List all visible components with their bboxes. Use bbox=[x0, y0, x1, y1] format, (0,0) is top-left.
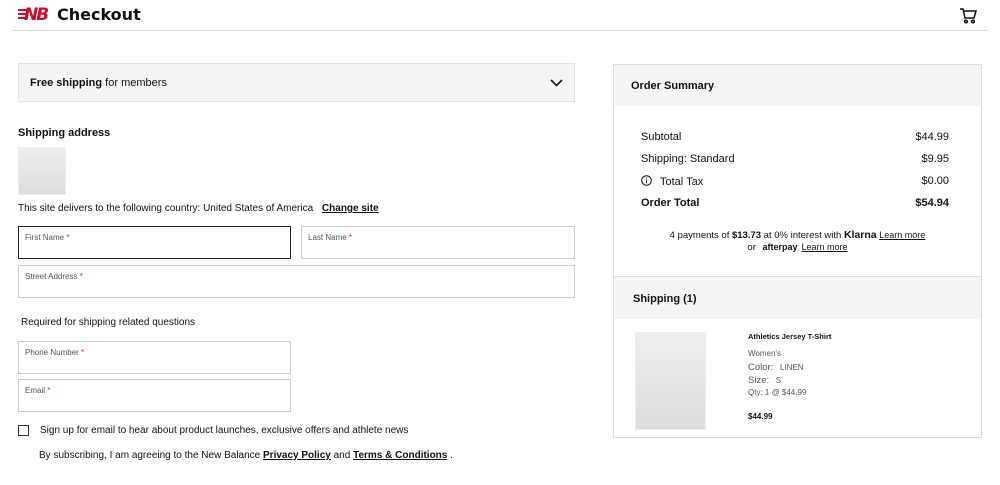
color-label: Color: bbox=[748, 361, 774, 373]
klarna-message: 4 payments of $13.73 at 0% interest with… bbox=[614, 229, 981, 241]
free-shipping-banner[interactable]: Free shipping for members bbox=[18, 63, 575, 102]
street-address-label: Street Address bbox=[25, 272, 78, 281]
order-summary-panel: Order Summary Subtotal $44.99 Shipping: S… bbox=[613, 64, 982, 438]
agree-and: and bbox=[330, 450, 354, 461]
tax-row: Total Tax $0.00 bbox=[641, 175, 949, 188]
afterpay-message: or afterpay Learn more bbox=[614, 242, 981, 253]
street-address-input[interactable]: Street Address * bbox=[18, 265, 575, 298]
delivery-country-text: This site delivers to the following coun… bbox=[18, 203, 314, 214]
first-name-label: First Name bbox=[25, 233, 65, 242]
phone-number-input[interactable]: Phone Number * bbox=[18, 341, 291, 374]
phone-label: Phone Number bbox=[25, 348, 79, 357]
terms-link[interactable]: Terms & Conditions bbox=[353, 450, 447, 461]
email-input[interactable]: Email * bbox=[18, 379, 291, 412]
order-total-row: Order Total $54.94 bbox=[641, 197, 949, 209]
change-site-link[interactable]: Change site bbox=[322, 203, 379, 214]
row-label: Subtotal bbox=[641, 131, 682, 143]
subtotal-row: Subtotal $44.99 bbox=[641, 131, 949, 143]
svg-text:NB: NB bbox=[24, 5, 48, 23]
afterpay-learn-more-link[interactable]: Learn more bbox=[802, 242, 848, 252]
required-marker: * bbox=[45, 386, 51, 395]
product-thumbnail bbox=[18, 147, 66, 195]
email-signup-checkbox[interactable] bbox=[18, 425, 29, 436]
cart-item-image[interactable] bbox=[635, 332, 706, 430]
promo-text: for members bbox=[102, 76, 167, 89]
order-summary-title: Order Summary bbox=[614, 65, 981, 106]
required-marker: * bbox=[64, 233, 70, 242]
required-marker: * bbox=[78, 348, 85, 357]
row-label: Order Total bbox=[641, 197, 700, 209]
last-name-input[interactable]: Last Name * bbox=[301, 226, 575, 259]
klarna-learn-more-link[interactable]: Learn more bbox=[879, 230, 925, 240]
row-value: $44.99 bbox=[915, 131, 949, 143]
email-label: Email bbox=[25, 386, 46, 395]
shipping-items-heading: Shipping (1) bbox=[614, 276, 981, 319]
shipping-row: Shipping: Standard $9.95 bbox=[641, 153, 949, 165]
page-title: Checkout bbox=[57, 5, 141, 24]
last-name-label: Last Name bbox=[308, 233, 347, 242]
required-marker: * bbox=[77, 272, 83, 281]
promo-bold: Free shipping bbox=[30, 76, 103, 89]
row-label: Shipping: Standard bbox=[641, 153, 735, 165]
klarna-logo: Klarna bbox=[843, 229, 877, 241]
required-marker: * bbox=[346, 233, 353, 242]
agree-end: . bbox=[447, 450, 453, 461]
item-name[interactable]: Athletics Jersey T-Shirt bbox=[748, 332, 831, 341]
afterpay-logo: afterpay bbox=[762, 242, 798, 252]
chevron-down-icon bbox=[550, 78, 563, 87]
row-value: $0.00 bbox=[921, 175, 949, 187]
shipping-address-heading: Shipping address bbox=[18, 127, 111, 139]
row-label: Total Tax bbox=[660, 176, 704, 188]
item-qty: Qty: 1 @ $44.99 bbox=[748, 388, 807, 398]
item-color: LINEN bbox=[779, 362, 804, 372]
item-price: $44.99 bbox=[748, 411, 773, 421]
email-signup-label: Sign up for email to hear about product … bbox=[40, 425, 409, 436]
installment-amount: $13.73 bbox=[731, 230, 762, 241]
klarna-mid: at 0% interest with bbox=[761, 230, 844, 241]
cart-icon[interactable] bbox=[959, 7, 977, 27]
first-name-input[interactable]: First Name * bbox=[18, 226, 291, 259]
size-label: Size: bbox=[748, 374, 770, 386]
agree-text: By subscribing, I am agreeing to the New… bbox=[39, 450, 264, 461]
header-divider bbox=[12, 30, 988, 31]
or-text: or bbox=[747, 242, 756, 253]
klarna-pre: 4 payments of bbox=[669, 230, 732, 241]
privacy-policy-link[interactable]: Privacy Policy bbox=[263, 450, 331, 461]
cart-item-details: Athletics Jersey T-Shirt Women's Color: … bbox=[748, 332, 831, 422]
item-gender: Women's bbox=[748, 349, 781, 358]
required-note: Required for shipping related questions bbox=[21, 317, 195, 328]
row-value: $9.95 bbox=[921, 153, 949, 165]
info-icon[interactable] bbox=[641, 175, 652, 186]
row-value: $54.94 bbox=[915, 197, 949, 209]
new-balance-logo[interactable]: NB bbox=[18, 5, 52, 28]
item-size: S bbox=[775, 375, 782, 385]
